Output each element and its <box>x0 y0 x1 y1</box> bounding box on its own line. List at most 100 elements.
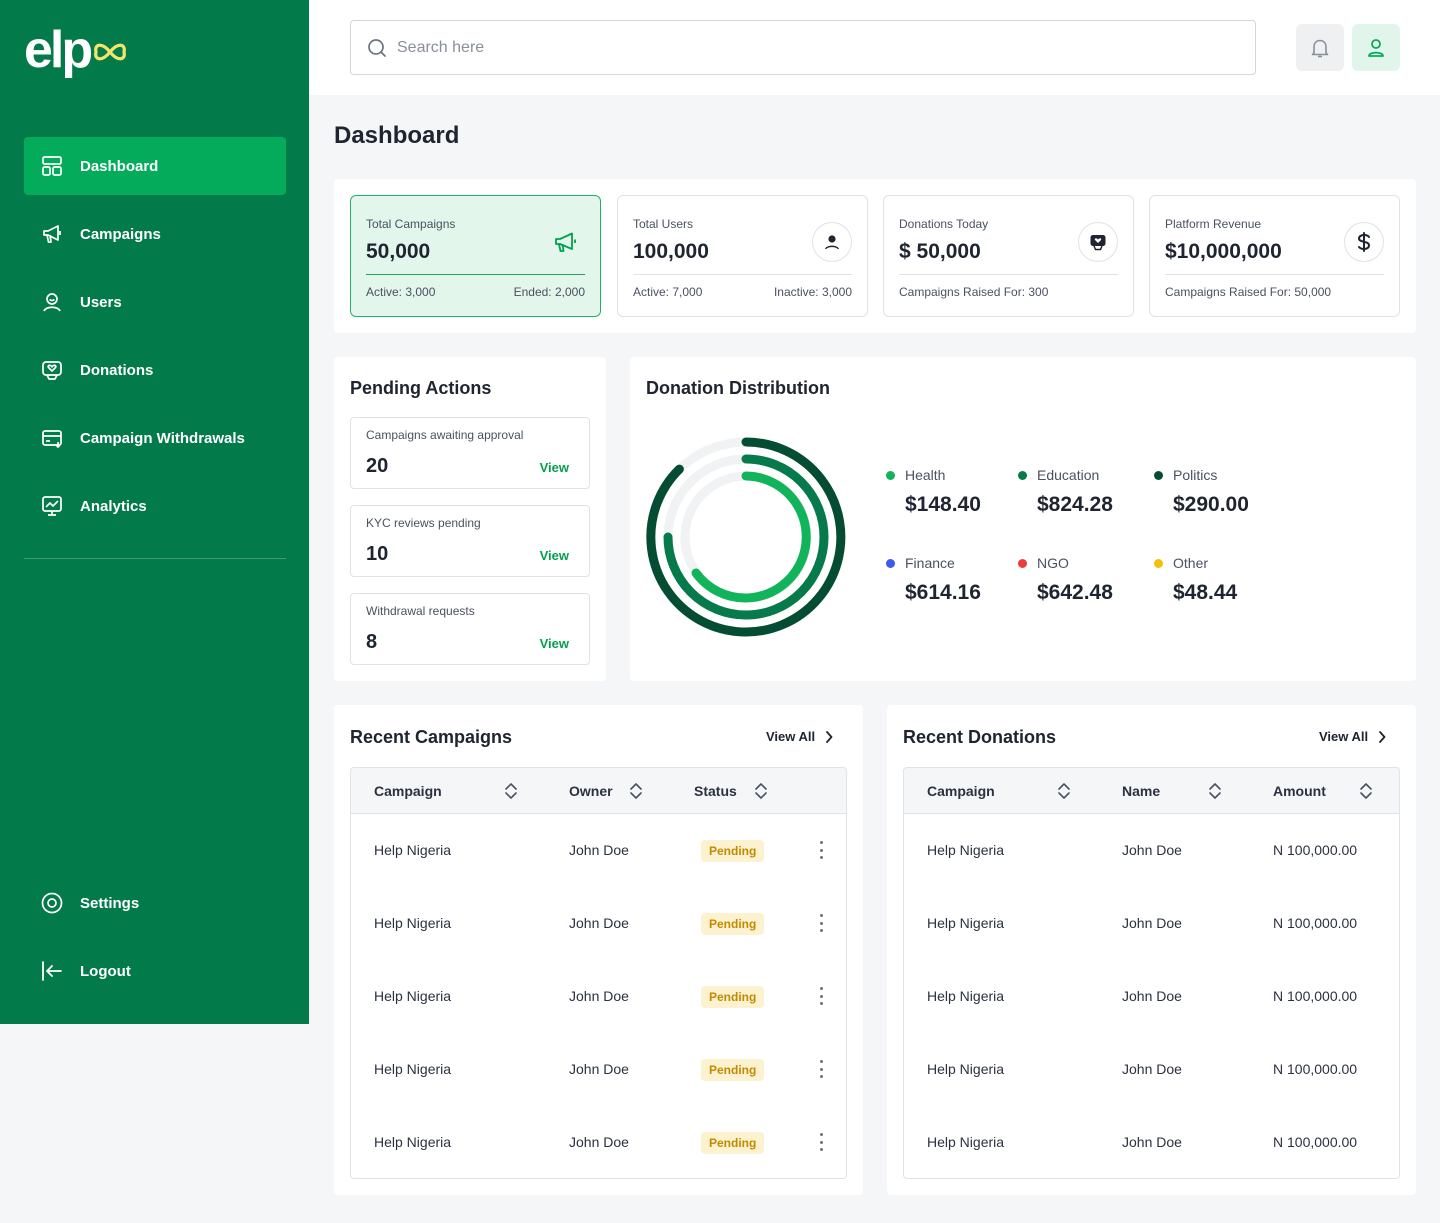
stat-campaigns-raised: Campaigns Raised For: 50,000 <box>1165 285 1332 299</box>
pending-count: 8 <box>366 631 378 653</box>
pending-card-withdrawal-requests: Withdrawal requests 8 View <box>350 593 590 665</box>
stat-card-donations-today[interactable]: Donations Today $ 50,000 Campaigns Raise… <box>883 195 1134 317</box>
profile-button[interactable] <box>1352 24 1400 71</box>
sidebar-item-logout[interactable]: Logout <box>24 942 286 1000</box>
column-header-amount[interactable]: Amount <box>1273 768 1326 814</box>
megaphone-icon <box>545 222 585 262</box>
view-link[interactable]: View <box>540 636 569 651</box>
cell-campaign: Help Nigeria <box>927 988 1005 1004</box>
stat-card-platform-revenue[interactable]: Platform Revenue $10,000,000 Campaigns R… <box>1149 195 1400 317</box>
stat-inactive-count: Inactive: 3,000 <box>773 285 852 299</box>
sort-icon[interactable] <box>1208 782 1222 800</box>
donation-ring-chart <box>646 437 846 637</box>
sidebar-item-users[interactable]: Users <box>24 273 286 331</box>
stat-campaigns-raised: Campaigns Raised For: 300 <box>899 285 1049 299</box>
column-header-owner[interactable]: Owner <box>569 768 613 814</box>
cell-campaign: Help Nigeria <box>374 1134 452 1150</box>
column-header-campaign[interactable]: Campaign <box>927 768 995 814</box>
ring-arc-health <box>691 471 811 603</box>
table-row[interactable]: Help Nigeria John Doe N 100,000.00 <box>904 1106 1399 1178</box>
legend-label: Education <box>1037 467 1100 483</box>
table-row[interactable]: Help Nigeria John Doe N 100,000.00 <box>904 1033 1399 1106</box>
brand-logo[interactable]: elp <box>24 24 128 76</box>
legend-dot <box>886 558 895 568</box>
cell-campaign: Help Nigeria <box>374 1061 452 1077</box>
table-row[interactable]: Help Nigeria John Doe N 100,000.00 <box>904 814 1399 887</box>
users-icon <box>40 290 64 314</box>
cell-amount: N 100,000.00 <box>1273 988 1358 1004</box>
stat-divider <box>633 274 852 275</box>
table-row[interactable]: Help Nigeria John Doe N 100,000.00 <box>904 887 1399 960</box>
sidebar-item-campaigns[interactable]: Campaigns <box>24 205 286 263</box>
table-header: Campaign Owner Status <box>351 768 846 814</box>
cell-owner: John Doe <box>569 842 629 858</box>
row-menu-icon[interactable] <box>815 841 827 859</box>
sidebar-nav: Dashboard Campaigns Users Donations Camp… <box>24 137 286 545</box>
legend-value: $148.40 <box>905 493 981 516</box>
cell-name: John Doe <box>1122 1134 1182 1150</box>
column-header-campaign[interactable]: Campaign <box>374 768 442 814</box>
row-menu-icon[interactable] <box>815 914 827 932</box>
legend-dot <box>1154 558 1163 568</box>
view-all-label: View All <box>766 729 816 744</box>
stat-card-total-campaigns[interactable]: Total Campaigns 50,000 Active: 3,000 End… <box>350 195 601 317</box>
sort-icon[interactable] <box>1057 782 1071 800</box>
row-menu-icon[interactable] <box>815 1060 827 1078</box>
status-badge: Pending <box>701 840 765 862</box>
cell-campaign: Help Nigeria <box>927 915 1005 931</box>
legend-label: Politics <box>1173 467 1218 483</box>
search-placeholder: Search here <box>397 38 485 56</box>
cell-owner: John Doe <box>569 988 629 1004</box>
legend-item-politics: Politics $290.00 <box>1154 467 1249 517</box>
view-link[interactable]: View <box>540 548 569 563</box>
notifications-button[interactable] <box>1296 24 1344 71</box>
table-row[interactable]: Help Nigeria John Doe Pending <box>351 887 846 960</box>
view-link[interactable]: View <box>540 460 569 475</box>
legend-item-education: Education $824.28 <box>1018 467 1113 517</box>
status-badge: Pending <box>701 1059 765 1081</box>
table-row[interactable]: Help Nigeria John Doe Pending <box>351 814 846 887</box>
stat-footer: Active: 7,000 Inactive: 3,000 <box>633 285 852 299</box>
sort-icon[interactable] <box>504 782 518 800</box>
cell-campaign: Help Nigeria <box>927 1134 1005 1150</box>
table-row[interactable]: Help Nigeria John Doe Pending <box>351 960 846 1033</box>
stat-ended-count: Ended: 2,000 <box>513 285 585 299</box>
column-header-name[interactable]: Name <box>1122 768 1160 814</box>
stat-divider <box>1165 274 1384 275</box>
megaphone-icon <box>40 222 64 246</box>
pending-label: Withdrawal requests <box>366 604 475 618</box>
sidebar-item-settings[interactable]: Settings <box>24 874 286 932</box>
legend-label: Other <box>1173 555 1209 571</box>
view-all-donations-link[interactable]: View All <box>1319 729 1386 744</box>
cell-amount: N 100,000.00 <box>1273 915 1358 931</box>
search-input[interactable]: Search here <box>350 20 1256 75</box>
status-badge: Pending <box>701 986 765 1008</box>
sort-icon[interactable] <box>1359 782 1373 800</box>
row-menu-icon[interactable] <box>815 987 827 1005</box>
cell-name: John Doe <box>1122 915 1182 931</box>
analytics-icon <box>40 494 64 518</box>
topbar: Search here <box>309 0 1440 95</box>
stat-card-total-users[interactable]: Total Users 100,000 Active: 7,000 Inacti… <box>617 195 868 317</box>
cell-amount: N 100,000.00 <box>1273 1134 1358 1150</box>
row-menu-icon[interactable] <box>815 1133 827 1151</box>
stat-label: Total Users <box>633 217 694 231</box>
legend-item-finance: Finance $614.16 <box>886 555 981 605</box>
sidebar-item-dashboard[interactable]: Dashboard <box>24 137 286 195</box>
stat-value: 100,000 <box>633 240 709 263</box>
sidebar-item-analytics[interactable]: Analytics <box>24 477 286 535</box>
sidebar-item-campaign-withdrawals[interactable]: Campaign Withdrawals <box>24 409 286 467</box>
table-row[interactable]: Help Nigeria John Doe Pending <box>351 1106 846 1178</box>
chevron-right-icon <box>1379 730 1386 743</box>
sidebar-item-donations[interactable]: Donations <box>24 341 286 399</box>
sort-icon[interactable] <box>754 782 768 800</box>
sidebar-item-label: Dashboard <box>80 157 159 175</box>
sort-icon[interactable] <box>629 782 643 800</box>
dashboard-icon <box>40 154 64 178</box>
column-header-status[interactable]: Status <box>694 768 737 814</box>
cell-name: John Doe <box>1122 988 1182 1004</box>
cell-campaign: Help Nigeria <box>927 842 1005 858</box>
view-all-campaigns-link[interactable]: View All <box>766 729 833 744</box>
table-row[interactable]: Help Nigeria John Doe N 100,000.00 <box>904 960 1399 1033</box>
table-row[interactable]: Help Nigeria John Doe Pending <box>351 1033 846 1106</box>
